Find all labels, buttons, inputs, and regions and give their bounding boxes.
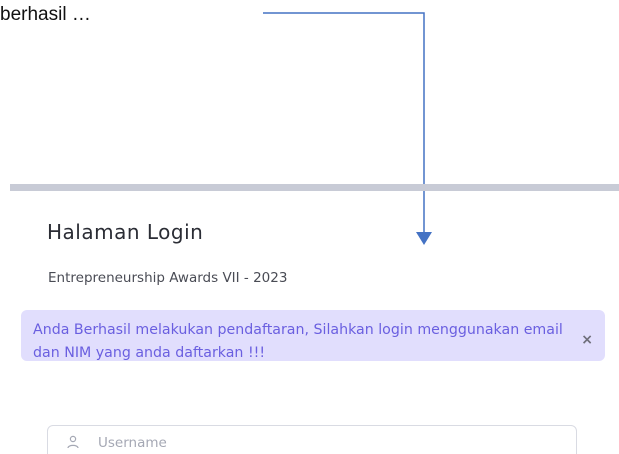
username-field[interactable] (47, 425, 577, 454)
user-icon (67, 435, 79, 449)
success-alert: Anda Berhasil melakukan pendaftaran, Sil… (21, 310, 605, 361)
annotation-arrow-head (416, 232, 432, 245)
alert-message: Anda Berhasil melakukan pendaftaran, Sil… (33, 322, 563, 361)
page-subtitle: Entrepreneurship Awards VII - 2023 (48, 270, 288, 286)
page-top-divider (10, 184, 619, 191)
annotation-arrow-line (263, 12, 425, 232)
close-icon[interactable]: × (581, 332, 593, 348)
page-title: Halaman Login (47, 220, 204, 244)
username-input[interactable] (98, 432, 558, 454)
screenshot-stage: berhasil … Halaman Login Entrepreneurshi… (0, 0, 619, 454)
